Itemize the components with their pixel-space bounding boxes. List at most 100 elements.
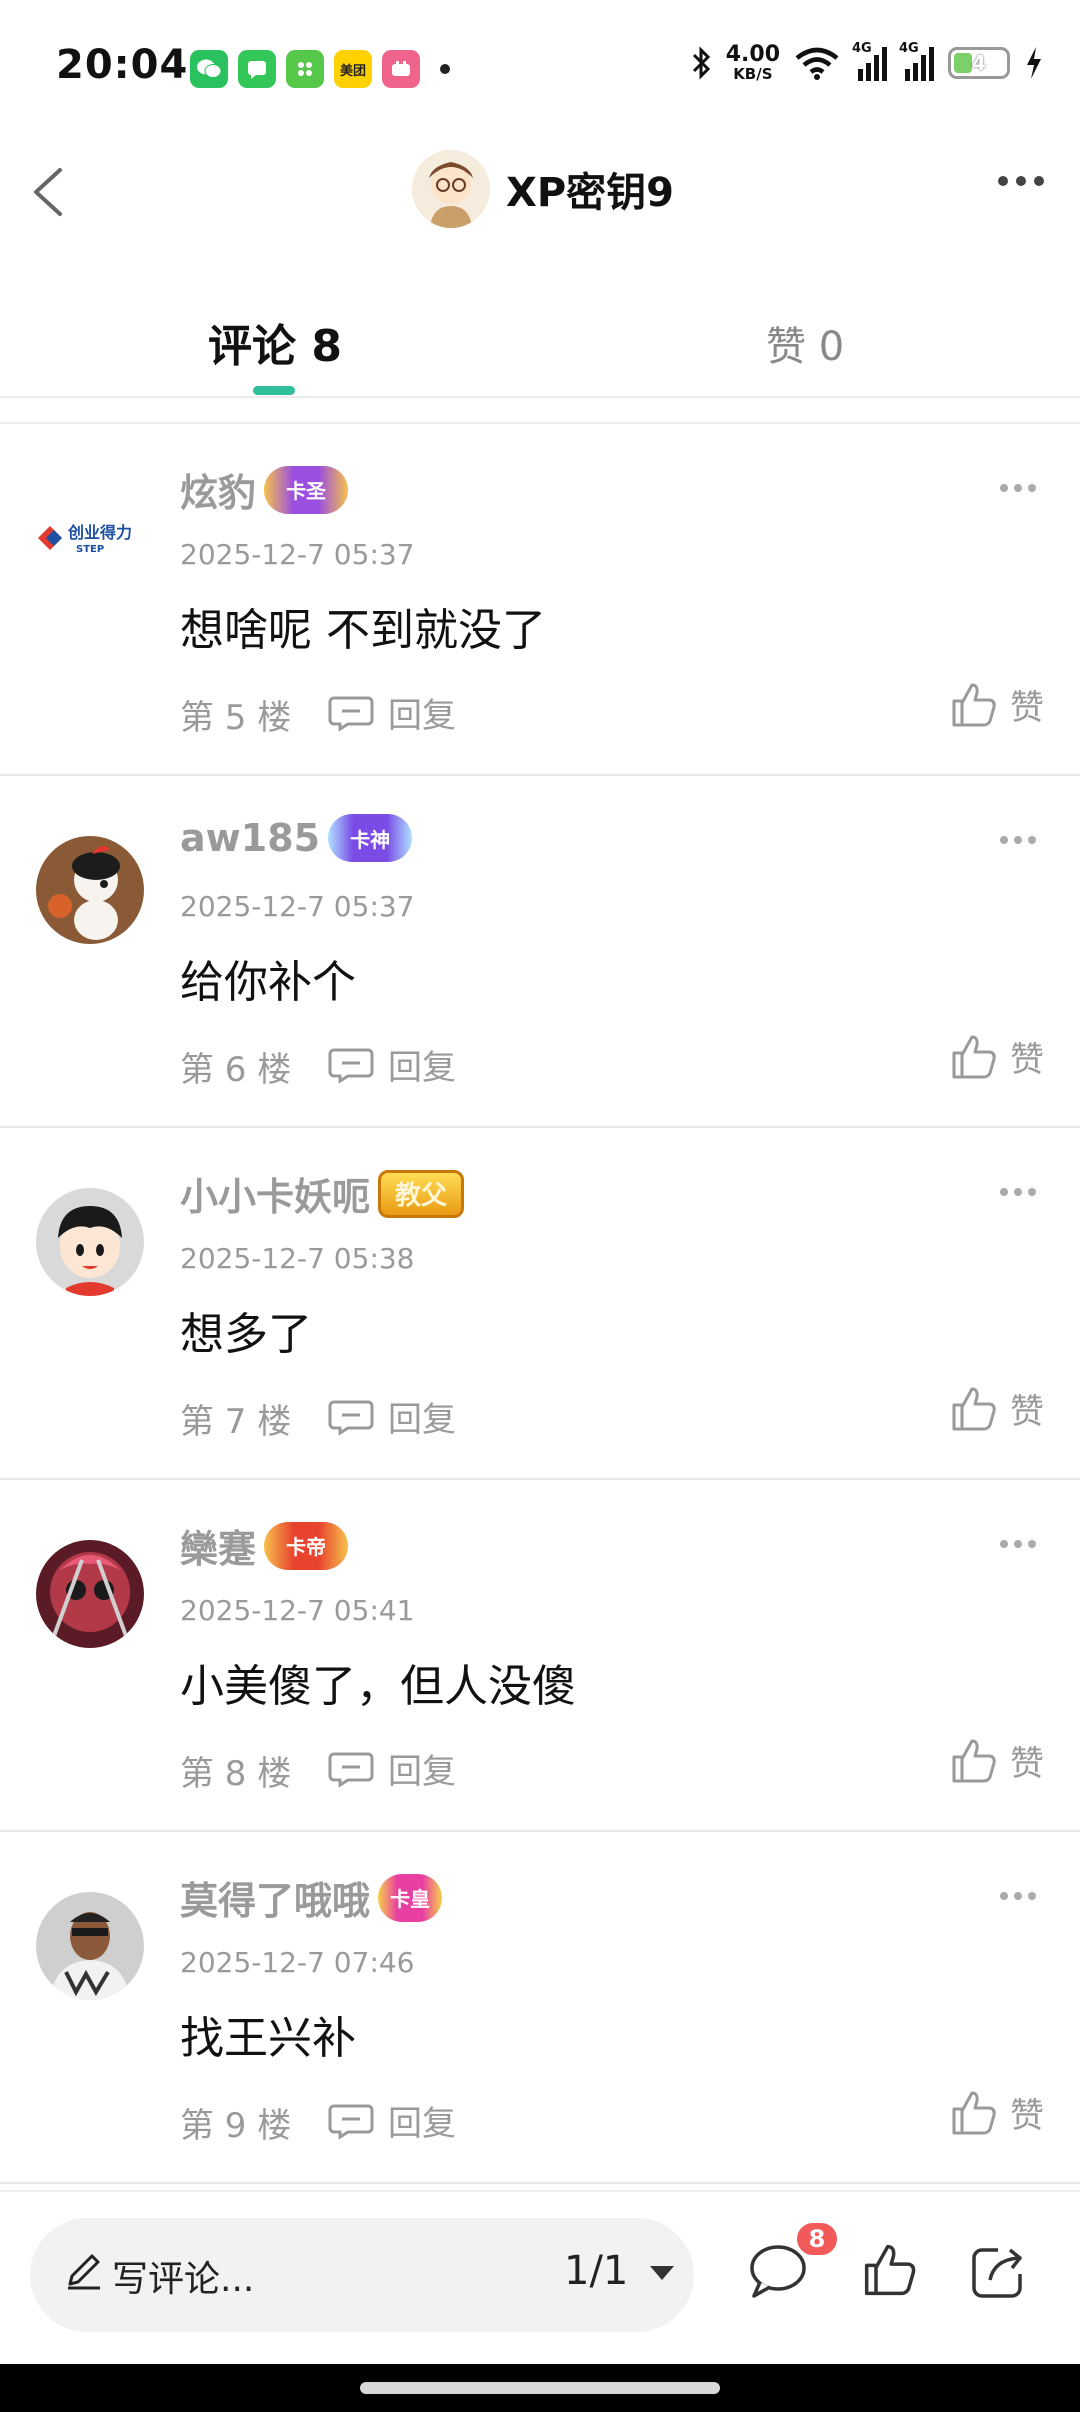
- comment-text: 给你补个: [180, 957, 356, 1008]
- wifi-icon: [795, 47, 839, 80]
- back-button[interactable]: [28, 162, 88, 222]
- signal-1-label: 4G: [852, 41, 872, 56]
- like-label: 赞: [1010, 1040, 1044, 1080]
- bottom-action-bar: 写评论... 1/1 8: [0, 2190, 1080, 2364]
- author-avatar[interactable]: [412, 150, 490, 228]
- page-indicator[interactable]: 1/1: [564, 2248, 628, 2294]
- tab-active-indicator: [253, 386, 295, 395]
- username[interactable]: 小小卡妖呃: [180, 1166, 370, 1221]
- tab-comments[interactable]: 评论 8: [208, 310, 342, 374]
- messages-icon: [238, 50, 276, 88]
- notification-icons: 美团: [190, 50, 450, 88]
- signal-2-label: 4G: [899, 41, 919, 56]
- reply-icon: [328, 1048, 374, 1083]
- username[interactable]: 莫得了哦哦: [180, 1870, 370, 1925]
- comment-more-button[interactable]: [1000, 1188, 1036, 1196]
- reply-icon: [328, 1752, 374, 1787]
- reply-button[interactable]: 回复: [328, 1744, 456, 1793]
- like-post-button[interactable]: [862, 2242, 918, 2302]
- floor-number: 第 7 楼: [180, 1402, 292, 1442]
- like-label: 赞: [1010, 1392, 1044, 1432]
- like-button[interactable]: 赞: [950, 1736, 1044, 1785]
- comment-time: 2025-12-7 05:37: [180, 538, 415, 571]
- user-avatar[interactable]: [36, 836, 144, 944]
- user-avatar[interactable]: [36, 1892, 144, 2000]
- comment-more-button[interactable]: [1000, 836, 1036, 844]
- header-title: XP密钥9: [506, 170, 674, 216]
- like-button[interactable]: 赞: [950, 680, 1044, 729]
- username[interactable]: aw185: [180, 816, 320, 860]
- status-bar: 20:04 美团 4.00 KB/S 4G 4G 4: [0, 0, 1080, 140]
- user-avatar[interactable]: 创业得力 STEP: [36, 484, 144, 592]
- home-gesture-bar[interactable]: [360, 2382, 720, 2394]
- comment-text: 想啥呢 不到就没了: [180, 605, 546, 656]
- reply-button[interactable]: 回复: [328, 1392, 456, 1441]
- share-button[interactable]: [968, 2242, 1028, 2306]
- write-comment-input[interactable]: 写评论... 1/1: [30, 2218, 694, 2332]
- reply-button[interactable]: 回复: [328, 2096, 456, 2145]
- floor-number: 第 6 楼: [180, 1050, 292, 1090]
- like-button[interactable]: 赞: [950, 1384, 1044, 1433]
- charging-icon: [1027, 47, 1041, 79]
- user-avatar[interactable]: [36, 1540, 144, 1648]
- net-speed-value: 4.00: [725, 42, 780, 67]
- floor-number: 第 9 楼: [180, 2106, 292, 2146]
- svg-text:STEP: STEP: [76, 544, 104, 555]
- thumbs-up-icon: [952, 1739, 996, 1782]
- wechat-icon: [190, 50, 228, 88]
- like-label: 赞: [1010, 2096, 1044, 2136]
- comment-item: 创业得力 STEP 炫豹 卡圣 2025-12-7 05:37 想啥呢 不到就没了…: [0, 424, 1080, 776]
- signal-2-icon: 4G: [899, 41, 934, 81]
- reply-icon: [328, 696, 374, 731]
- signal-1-icon: 4G: [852, 41, 887, 81]
- user-rank-badge: 卡皇: [378, 1873, 443, 1922]
- tab-bar: 评论 8 赞 0: [0, 290, 1080, 400]
- like-label: 赞: [1010, 688, 1044, 728]
- system-nav-bar: [0, 2364, 1080, 2412]
- thumbs-up-icon: [952, 1035, 996, 1078]
- comment-item: 欒蹇 卡帝 2025-12-7 05:41 小美傻了，但人没傻 第 8 楼 回复…: [0, 1480, 1080, 1832]
- comment-list: 创业得力 STEP 炫豹 卡圣 2025-12-7 05:37 想啥呢 不到就没了…: [0, 424, 1080, 2184]
- comment-item: aw185 卡神 2025-12-7 05:37 给你补个 第 6 楼 回复 赞: [0, 776, 1080, 1128]
- comment-more-button[interactable]: [1000, 1892, 1036, 1900]
- comment-text: 想多了: [180, 1309, 312, 1360]
- more-notifications-dot: [440, 64, 450, 74]
- username[interactable]: 炫豹: [180, 462, 256, 517]
- caret-down-icon[interactable]: [650, 2266, 674, 2280]
- network-speed: 4.00 KB/S: [725, 42, 780, 83]
- battery-level: 4: [972, 51, 986, 75]
- reply-button[interactable]: 回复: [328, 1040, 456, 1089]
- app-green-icon: [286, 50, 324, 88]
- comment-more-button[interactable]: [1000, 484, 1036, 492]
- comment-text: 找王兴补: [180, 2013, 356, 2064]
- reply-icon: [328, 2104, 374, 2139]
- svg-text:创业得力: 创业得力: [67, 523, 132, 542]
- divider: [0, 396, 1080, 398]
- username[interactable]: 欒蹇: [180, 1518, 256, 1573]
- comment-text: 小美傻了，但人没傻: [180, 1661, 576, 1712]
- reply-label: 回复: [388, 1400, 456, 1440]
- reply-button[interactable]: 回复: [328, 688, 456, 737]
- comment-time: 2025-12-7 05:41: [180, 1594, 415, 1627]
- chevron-left-icon: [34, 168, 62, 216]
- like-button[interactable]: 赞: [950, 1032, 1044, 1081]
- tab-likes[interactable]: 赞 0: [766, 314, 844, 372]
- comment-more-button[interactable]: [1000, 1540, 1036, 1548]
- thumbs-up-icon: [952, 2091, 996, 2134]
- user-avatar[interactable]: [36, 1188, 144, 1296]
- comment-placeholder: 写评论...: [112, 2259, 255, 2300]
- thumbs-up-icon: [864, 2244, 916, 2296]
- pencil-icon: [68, 2254, 100, 2290]
- reply-label: 回复: [388, 1048, 456, 1088]
- user-rank-badge: 卡帝: [264, 1521, 349, 1570]
- more-options-button[interactable]: [998, 176, 1044, 186]
- like-label: 赞: [1010, 1744, 1044, 1784]
- user-rank-badge: 卡神: [328, 814, 413, 862]
- comment-time: 2025-12-7 05:38: [180, 1242, 415, 1275]
- like-button[interactable]: 赞: [950, 2088, 1044, 2137]
- post-author[interactable]: XP密钥9: [412, 150, 674, 228]
- floor-number: 第 8 楼: [180, 1754, 292, 1794]
- net-speed-unit: KB/S: [733, 65, 773, 83]
- comment-time: 2025-12-7 07:46: [180, 1946, 415, 1979]
- user-rank-badge: 教父: [378, 1169, 465, 1218]
